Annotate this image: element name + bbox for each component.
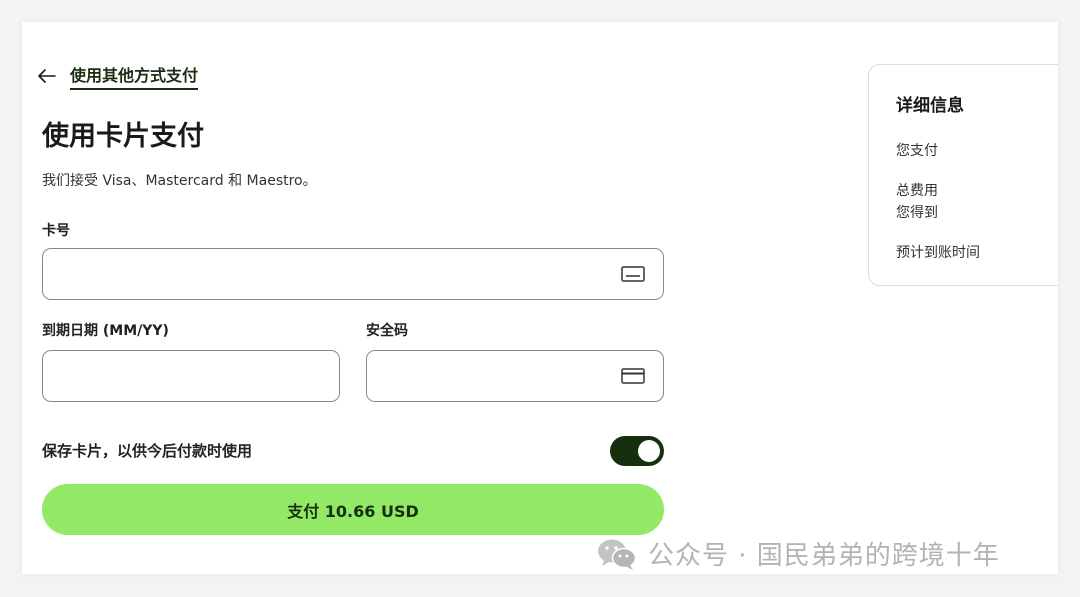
save-card-toggle[interactable]: [610, 436, 664, 466]
card-number-label: 卡号: [42, 223, 70, 239]
security-code-input[interactable]: [381, 350, 621, 402]
watermark: 公众号 · 国民弟弟的跨境十年: [596, 535, 1000, 572]
expiry-field[interactable]: [42, 350, 340, 402]
security-code-field[interactable]: [366, 350, 664, 402]
security-code-label: 安全码: [366, 323, 408, 339]
card-back-icon: [621, 368, 645, 384]
toggle-knob: [638, 440, 660, 462]
wechat-icon: [598, 539, 637, 570]
page-title: 使用卡片支付: [42, 121, 204, 152]
details-estimated-arrival: 预计到账时间: [896, 245, 980, 261]
card-number-input[interactable]: [57, 248, 621, 300]
details-total-fee: 总费用: [896, 183, 938, 199]
page-subtitle: 我们接受 Visa、Mastercard 和 Maestro。: [42, 173, 317, 189]
expiry-label: 到期日期 (MM/YY): [42, 323, 169, 339]
payment-card: 使用其他方式支付 使用卡片支付 我们接受 Visa、Mastercard 和 M…: [22, 22, 1058, 574]
watermark-text: 公众号 · 国民弟弟的跨境十年: [648, 541, 1000, 571]
save-card-label: 保存卡片，以供今后付款时使用: [42, 442, 253, 460]
pay-button[interactable]: 支付 10.66 USD: [42, 484, 664, 535]
details-you-pay: 您支付: [896, 143, 938, 159]
details-title: 详细信息: [896, 96, 964, 116]
details-you-get: 您得到: [896, 205, 938, 221]
card-icon: [621, 266, 645, 282]
back-link-label: 使用其他方式支付: [70, 62, 199, 90]
card-number-field[interactable]: [42, 248, 664, 300]
arrow-left-icon: [38, 69, 56, 83]
back-link[interactable]: 使用其他方式支付: [38, 62, 199, 90]
expiry-input[interactable]: [57, 350, 339, 402]
details-panel: 详细信息 您支付 总费用 您得到 预计到账时间: [868, 64, 1058, 286]
